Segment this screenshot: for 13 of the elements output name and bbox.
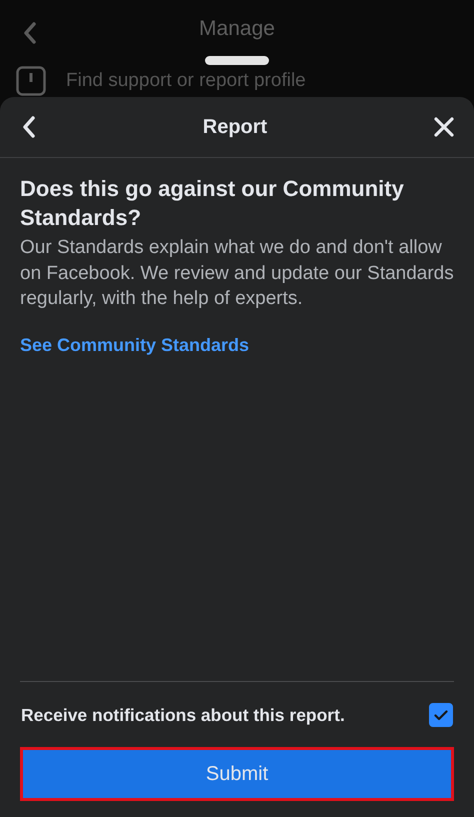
description: Our Standards explain what we do and don't allow on Facebook. We review and update our Standards regularly, with the help of experts.	[20, 236, 454, 311]
menu-item[interactable]: Find support or report profile	[66, 70, 306, 92]
checkmark-icon	[434, 710, 448, 720]
sheet-title: Report	[202, 116, 268, 138]
community-standards-link[interactable]: See Community Standards	[20, 334, 250, 356]
submit-button[interactable]: Submit	[20, 747, 454, 801]
alert-icon	[16, 66, 46, 96]
screen-title: Manage	[199, 17, 275, 41]
close-icon[interactable]	[434, 117, 454, 137]
question-heading: Does this go against our Community Standards?	[20, 175, 405, 232]
notification-checkbox[interactable]	[429, 703, 453, 727]
notification-label: Receive notifications about this report.	[21, 704, 345, 726]
drag-handle[interactable]	[205, 56, 269, 65]
